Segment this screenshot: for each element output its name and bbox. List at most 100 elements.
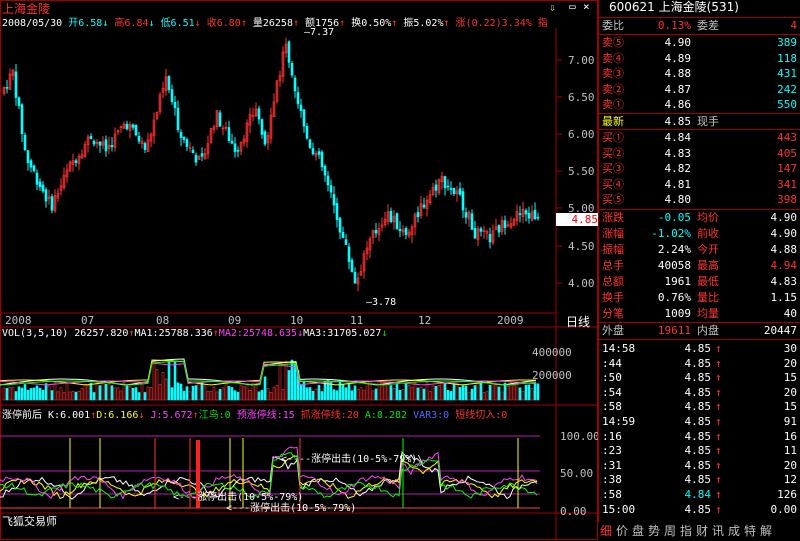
candle-body (236, 150, 240, 152)
buy-level-price: 4.83 (664, 146, 692, 160)
sell-level-qty: 118 (777, 51, 797, 65)
tick-time: :44 (602, 356, 622, 370)
volume-bar (497, 386, 501, 401)
volume-bar (494, 384, 498, 401)
volume-bar (371, 390, 375, 401)
sell-level-qty: 242 (777, 82, 797, 96)
tab-10[interactable]: 解 (758, 522, 774, 540)
volume-bar (467, 391, 471, 401)
tab-1[interactable]: 价 (614, 522, 630, 540)
price-tick: 4.50 (568, 240, 595, 253)
candle-body (305, 125, 309, 139)
candle-body (416, 212, 420, 218)
chart-area[interactable]: 上海金陵 ⇩ ▭ × 2008/05/30 开6.58↓ 高6.84↓ 低6.5… (0, 0, 600, 540)
volume-bar (464, 385, 468, 401)
period-label[interactable]: 日线 (566, 313, 590, 330)
stat-row: 总手 40058 最高 4.94 (599, 258, 800, 273)
close-icon[interactable]: × (583, 0, 590, 13)
volume-bar (230, 387, 234, 401)
info-bar: 2008/05/30 开6.58↓ 高6.84↓ 低6.51↓ 收6.80↑ 量… (2, 18, 548, 29)
volume-bar (146, 386, 150, 401)
volume-bar (17, 386, 21, 401)
tick-qty: 20 (783, 458, 797, 472)
volume-bar (80, 388, 84, 401)
candle-body (290, 62, 294, 76)
sell-level-price: 4.90 (664, 36, 692, 49)
info-high: 高6.84 (114, 18, 149, 29)
volume-bar (257, 391, 261, 401)
volume-bar (476, 382, 480, 401)
volume-bar (131, 387, 135, 401)
volume-bar (416, 387, 420, 401)
tab-4[interactable]: 周 (662, 522, 678, 540)
volume-bar (449, 390, 453, 401)
buy-level-qty: 341 (777, 177, 797, 191)
tab-0[interactable]: 细 (598, 522, 614, 540)
tab-9[interactable]: 特 (742, 522, 758, 540)
volume-bar (164, 378, 168, 401)
volume-bar (356, 389, 360, 401)
volume-bar (491, 383, 495, 401)
tick-price: 4.85 (684, 371, 712, 385)
buy-level-qty: 398 (777, 193, 797, 207)
candle-body (395, 213, 399, 230)
volume-bar (374, 388, 378, 401)
volume-bar (83, 384, 87, 401)
candle-body (26, 150, 30, 164)
stat-value: 4.90 (770, 227, 798, 240)
candle-body (92, 140, 96, 145)
candle-body (20, 104, 24, 134)
candle-body (182, 136, 186, 140)
candle-body (167, 76, 171, 91)
volume-bar (239, 384, 243, 401)
candle-body (104, 139, 108, 152)
tab-6[interactable]: 财 (694, 522, 710, 540)
volume-bar (308, 387, 312, 401)
volume-bar (5, 388, 9, 401)
stat-label: 量比 (697, 291, 719, 304)
tab-7[interactable]: 讯 (710, 522, 726, 540)
volume-bar (101, 382, 105, 401)
tab-5[interactable]: 指 (678, 522, 694, 540)
volume-bar (188, 391, 192, 401)
sell-level-label: 卖① (602, 98, 624, 112)
volume-bar (50, 390, 54, 401)
buy-level-label: 买① (602, 131, 624, 144)
volume-bar (404, 382, 408, 401)
stat-value: -0.05 (657, 211, 691, 224)
volume-bar (242, 386, 246, 401)
tab-2[interactable]: 盘 (630, 522, 646, 540)
panel-icon[interactable]: ▭ (569, 0, 576, 13)
info-change: 涨(0.22)3.34% (455, 18, 532, 29)
stat-value: 40058 (657, 259, 691, 272)
candle-body (344, 239, 348, 245)
volume-bar (503, 382, 507, 401)
candle-body (458, 188, 462, 195)
volume-bar (485, 391, 489, 401)
volume-bar (443, 383, 447, 401)
candle-body (50, 196, 54, 211)
download-icon[interactable]: ⇩ (549, 1, 556, 14)
tab-8[interactable]: 成 (726, 522, 742, 540)
time-tick: 09 (228, 314, 242, 327)
volume-bar (317, 384, 321, 401)
quote-panel: 600621 上海金陵(531) 委比 0.13% 委差 4 最新 4.85 现… (598, 0, 800, 540)
candle-body (233, 143, 237, 152)
volume-bar (377, 380, 381, 401)
volume-bar (287, 370, 291, 401)
tick-time: :50 (602, 371, 622, 385)
volume-bar (419, 386, 423, 401)
volume-bar (455, 383, 459, 401)
volume-bar (344, 387, 348, 401)
sell-level-qty: 550 (777, 98, 797, 112)
volume-bar (167, 361, 171, 401)
sell-level-price: 4.89 (664, 51, 692, 65)
volume-bar (350, 390, 354, 401)
volume-bar (530, 388, 534, 401)
ind-tick: 100.00 (560, 430, 600, 443)
info-amplitude: 振5.02% (403, 18, 444, 29)
tick-direction-icon: ↑ (715, 502, 722, 516)
candle-body (422, 204, 426, 208)
candle-body (35, 172, 39, 185)
tab-3[interactable]: 势 (646, 522, 662, 540)
